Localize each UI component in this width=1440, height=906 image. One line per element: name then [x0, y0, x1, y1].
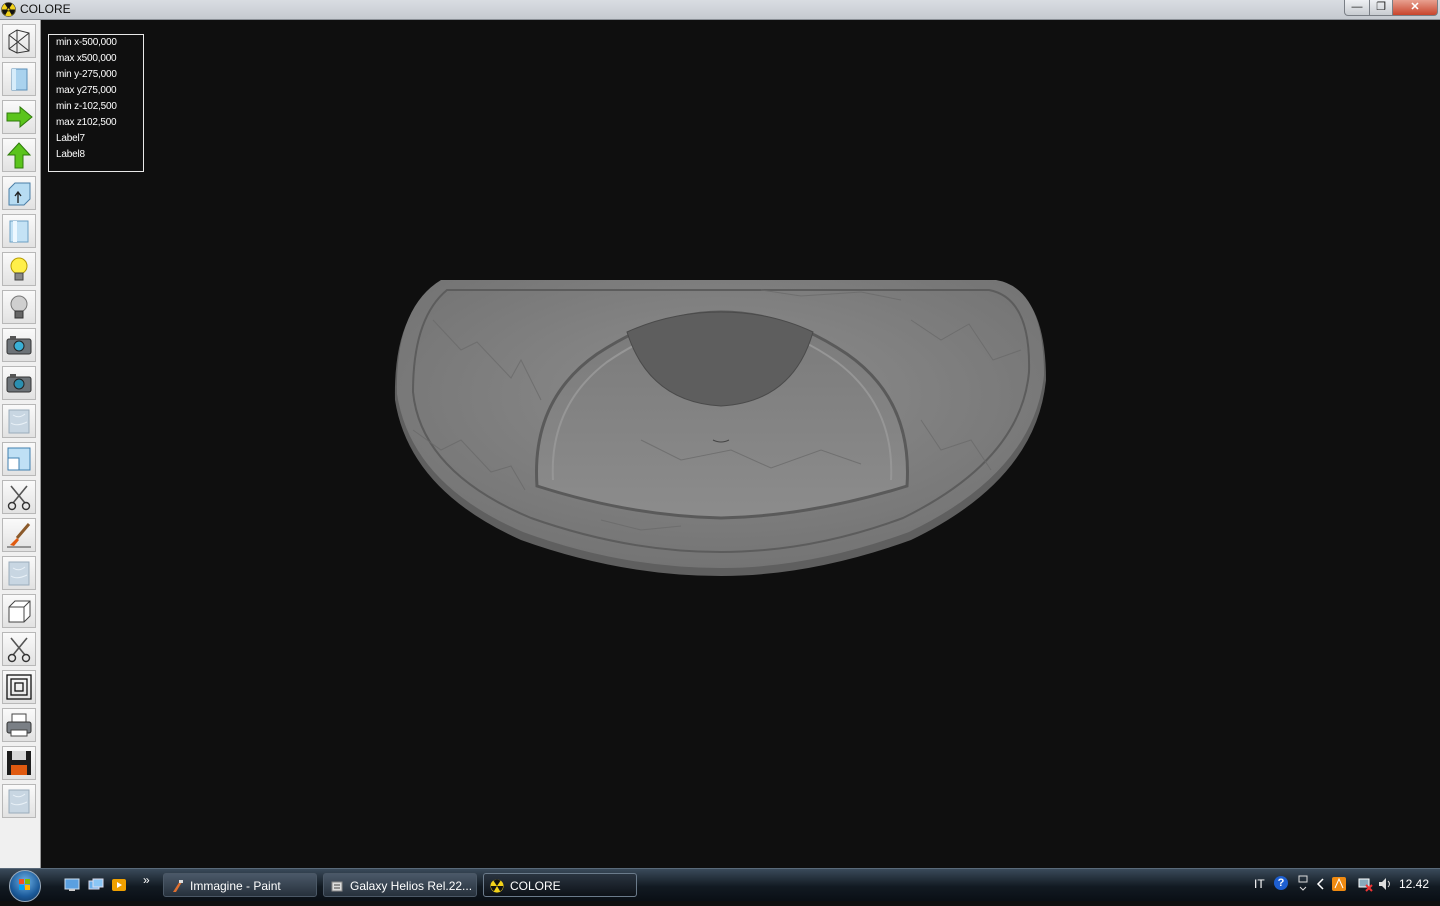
task-label: Immagine - Paint: [190, 879, 281, 893]
max-x-label: max x500,000: [56, 53, 117, 64]
glass-panel-icon: [9, 220, 29, 243]
tool-button-concentric[interactable]: [2, 670, 36, 704]
maximize-button[interactable]: ❐: [1369, 0, 1393, 16]
printer-icon: [6, 713, 32, 737]
chevron-left-icon[interactable]: [1315, 877, 1325, 891]
task-label: COLORE: [510, 879, 561, 893]
quicklaunch-more-button[interactable]: »: [143, 873, 150, 887]
light-off-icon: [10, 295, 28, 319]
close-button[interactable]: ✕: [1392, 0, 1438, 16]
tool-button-cube[interactable]: [2, 594, 36, 628]
tool-button-print[interactable]: [2, 708, 36, 742]
volume-icon[interactable]: [1377, 876, 1393, 892]
tool-button-box-arrow[interactable]: [2, 176, 36, 210]
window-layout-icon: [7, 447, 31, 471]
task-label: Galaxy Helios Rel.22...: [350, 879, 473, 893]
minimize-button[interactable]: —: [1344, 0, 1370, 16]
start-button[interactable]: [9, 870, 41, 902]
box-arrow-icon: [8, 182, 31, 206]
tool-button-light-off[interactable]: [2, 290, 36, 324]
tray-app-icon[interactable]: [1331, 876, 1347, 892]
taskbar-item-galaxy-helios[interactable]: Galaxy Helios Rel.22...: [323, 873, 477, 897]
wireframe-view-icon: [8, 29, 30, 54]
label7: Label7: [56, 133, 85, 144]
max-y-label: max y275,000: [56, 85, 117, 96]
tool-button-scissors-alt[interactable]: [2, 632, 36, 666]
min-x-label: min x-500,000: [56, 37, 117, 48]
marble-sink-model: [394, 280, 1046, 576]
3d-viewport[interactable]: [41, 20, 1440, 868]
arrow-right-icon: [6, 105, 33, 129]
bounds-info-panel: min x-500,000 max x500,000 min y-275,000…: [48, 34, 144, 172]
title-bar: COLORE — ❐ ✕: [0, 0, 1440, 20]
cube-icon: [8, 600, 31, 623]
tool-button-light-on[interactable]: [2, 252, 36, 286]
tray-options-icon[interactable]: [1297, 875, 1309, 893]
scissors-icon: [7, 485, 31, 511]
tool-button-glass-panel[interactable]: [2, 214, 36, 248]
galaxy-helios-icon: [331, 881, 343, 892]
media-player-icon[interactable]: [111, 878, 127, 892]
camera-icon: [6, 336, 32, 355]
taskbar: » Immagine - Paint Galaxy Helios Rel.22.…: [0, 868, 1440, 902]
tool-button-texture[interactable]: [2, 404, 36, 438]
taskbar-item-paint[interactable]: Immagine - Paint: [163, 873, 317, 897]
tool-button-arrow-right[interactable]: [2, 100, 36, 134]
scissors-alt-icon: [7, 637, 31, 663]
texture-icon: [8, 409, 30, 434]
tool-button-camera[interactable]: [2, 328, 36, 362]
solid-view-icon: [11, 68, 28, 91]
windows-logo-icon: [19, 879, 30, 890]
min-y-label: min y-275,000: [56, 69, 117, 80]
radiation-app-icon: [1, 2, 16, 17]
texture-alt-icon: [8, 561, 30, 586]
tool-button-texture-alt[interactable]: [2, 556, 36, 590]
texture-extra-icon: [8, 789, 30, 814]
radiation-app-icon: [490, 879, 504, 893]
tool-button-camera-alt[interactable]: [2, 366, 36, 400]
tool-button-texture-extra[interactable]: [2, 784, 36, 818]
clock[interactable]: 12.42: [1399, 877, 1429, 891]
tool-button-arrow-up[interactable]: [2, 138, 36, 172]
min-z-label: min z-102,500: [56, 101, 117, 112]
max-z-label: max z102,500: [56, 117, 117, 128]
tool-button-wireframe[interactable]: [2, 24, 36, 58]
tool-button-scissors[interactable]: [2, 480, 36, 514]
paint-icon: [173, 880, 183, 892]
switch-windows-icon[interactable]: [88, 878, 104, 892]
brush-icon: [7, 523, 31, 548]
show-desktop-icon[interactable]: [64, 878, 80, 892]
concentric-squares-icon: [6, 674, 32, 700]
tool-button-save[interactable]: [2, 746, 36, 780]
light-on-icon: [10, 257, 28, 281]
network-icon[interactable]: [1357, 876, 1373, 892]
arrow-up-icon: [6, 142, 32, 169]
language-indicator[interactable]: IT: [1254, 877, 1265, 891]
save-disk-icon: [7, 751, 31, 775]
tool-button-window-layout[interactable]: [2, 442, 36, 476]
taskbar-item-colore[interactable]: COLORE: [483, 873, 637, 897]
help-icon[interactable]: ?: [1274, 876, 1288, 890]
left-toolbar: [0, 20, 41, 868]
window-title: COLORE: [20, 2, 71, 16]
tool-button-solid[interactable]: [2, 62, 36, 96]
tool-button-brush[interactable]: [2, 518, 36, 552]
label8: Label8: [56, 149, 85, 160]
camera-alt-icon: [6, 374, 32, 393]
